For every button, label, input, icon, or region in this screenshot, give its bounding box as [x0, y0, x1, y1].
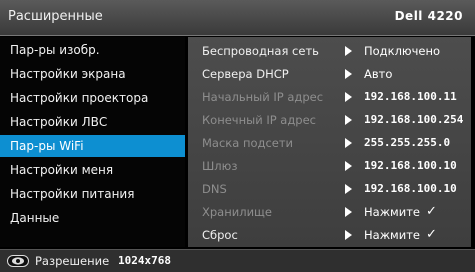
sidebar-item-label: Пар-ры изобр. — [10, 43, 100, 57]
setting-value: Нажмите — [364, 228, 420, 242]
osd-menu: Расширенные Dell 4220 Пар-ры изобр. Наст… — [0, 0, 475, 272]
setting-value: 192.168.100.10 — [364, 159, 457, 172]
setting-label: Сброс — [202, 228, 238, 242]
sidebar-item-display-settings[interactable]: Настройки экрана — [0, 63, 185, 85]
model-name: Dell 4220 — [394, 9, 463, 23]
setting-label: Сервера DHCP — [202, 67, 289, 81]
sidebar-item-label: Пар-ры WiFi — [10, 139, 84, 153]
eye-icon — [7, 255, 29, 267]
arrow-right-icon — [345, 161, 352, 171]
arrow-right-icon — [345, 115, 352, 125]
sidebar-item-power-settings[interactable]: Настройки питания — [0, 183, 185, 205]
menu-header: Расширенные Dell 4220 — [0, 0, 475, 36]
setting-label: Шлюз — [202, 159, 238, 173]
setting-value: Авто — [364, 67, 393, 81]
setting-row-reset[interactable]: Сброс Нажмите ✓ — [188, 224, 471, 246]
sidebar: Пар-ры изобр. Настройки экрана Настройки… — [0, 37, 185, 247]
status-footer: Разрешение 1024x768 — [0, 249, 475, 272]
checkmark-icon: ✓ — [426, 204, 437, 219]
setting-value: 192.168.100.254 — [364, 113, 464, 126]
setting-value: 192.168.100.11 — [364, 90, 457, 103]
sidebar-item-label: Настройки проектора — [10, 91, 149, 105]
setting-row-wireless-network[interactable]: Беспроводная сеть Подключено — [188, 40, 471, 62]
sidebar-item-wifi-settings[interactable]: Пар-ры WiFi — [0, 135, 185, 157]
wifi-settings-panel: Беспроводная сеть Подключено Сервера DHC… — [188, 37, 471, 247]
sidebar-item-label: Данные — [10, 211, 60, 225]
arrow-right-icon — [345, 138, 352, 148]
setting-row-end-ip: Конечный IP адрес 192.168.100.254 — [188, 109, 471, 131]
resolution-label: Разрешение — [35, 254, 110, 268]
resolution-value: 1024x768 — [118, 254, 171, 267]
sidebar-item-label: Настройки ЛВС — [10, 115, 108, 129]
sidebar-item-label: Настройки экрана — [10, 67, 126, 81]
setting-label: Хранилище — [202, 205, 272, 219]
setting-value: Нажмите — [364, 205, 420, 219]
setting-label: Маска подсети — [202, 136, 294, 150]
menu-title: Расширенные — [8, 9, 103, 24]
arrow-right-icon — [345, 184, 352, 194]
sidebar-item-projector-settings[interactable]: Настройки проектора — [0, 87, 185, 109]
sidebar-item-label: Настройки питания — [10, 187, 135, 201]
sidebar-item-label: Настройки меня — [10, 163, 114, 177]
setting-label: Конечный IP адрес — [202, 113, 316, 127]
setting-value: Подключено — [364, 44, 441, 58]
setting-label: Беспроводная сеть — [202, 44, 319, 58]
arrow-right-icon — [345, 207, 352, 217]
setting-row-subnet-mask: Маска подсети 255.255.255.0 — [188, 132, 471, 154]
setting-label: Начальный IP адрес — [202, 90, 324, 104]
arrow-right-icon — [345, 69, 352, 79]
sidebar-item-menu-settings[interactable]: Настройки меня — [0, 159, 185, 181]
setting-label: DNS — [202, 182, 227, 196]
setting-value: 255.255.255.0 — [364, 136, 451, 149]
setting-row-store: Хранилище Нажмите ✓ — [188, 201, 471, 223]
arrow-right-icon — [345, 92, 352, 102]
setting-row-start-ip: Начальный IP адрес 192.168.100.11 — [188, 86, 471, 108]
arrow-right-icon — [345, 230, 352, 240]
arrow-right-icon — [345, 46, 352, 56]
setting-value: 192.168.100.10 — [364, 182, 457, 195]
setting-row-dhcp-server[interactable]: Сервера DHCP Авто — [188, 63, 471, 85]
setting-row-dns: DNS 192.168.100.10 — [188, 178, 471, 200]
setting-row-gateway: Шлюз 192.168.100.10 — [188, 155, 471, 177]
checkmark-icon: ✓ — [426, 227, 437, 242]
sidebar-item-lan-settings[interactable]: Настройки ЛВС — [0, 111, 185, 133]
sidebar-item-information[interactable]: Данные — [0, 207, 185, 229]
sidebar-item-image-settings[interactable]: Пар-ры изобр. — [0, 39, 185, 61]
